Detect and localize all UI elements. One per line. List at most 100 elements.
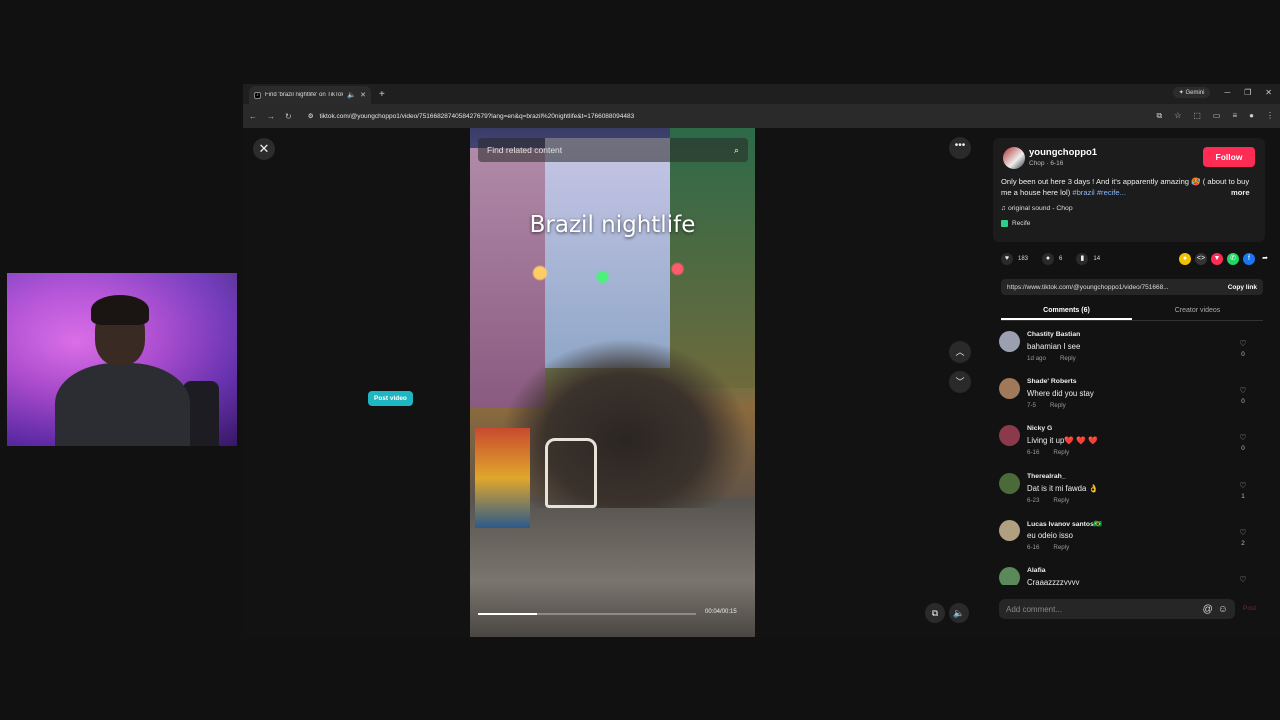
post-comment-button[interactable]: Post <box>1243 605 1256 612</box>
speaker-icon[interactable]: 🔈 <box>347 91 356 99</box>
restore-icon[interactable]: ❐ <box>1244 88 1251 97</box>
commenter-avatar[interactable] <box>999 519 1020 541</box>
commenter-name[interactable]: Nicky G <box>1027 425 1052 432</box>
description-more-link[interactable]: more <box>1231 188 1250 197</box>
save-stat[interactable]: ▮ 14 <box>1076 253 1100 265</box>
tab-comments[interactable]: Comments (6) <box>1001 303 1132 320</box>
search-icon[interactable]: ⌕ <box>734 145 739 156</box>
tab-creator-videos[interactable]: Creator videos <box>1132 303 1263 320</box>
comment-meta: 1d ago Reply <box>1027 355 1090 362</box>
video-description: Only been out here 3 days ! And it's app… <box>1001 176 1256 198</box>
bookmark-star-icon[interactable]: ☆ <box>1174 111 1181 121</box>
facebook-icon[interactable]: f <box>1243 253 1255 265</box>
toolbar-icons: ⧉ ☆ ⬚ ▭ ≡ ● ⋮ <box>1156 111 1274 121</box>
gemini-button[interactable]: ✦ Gemini <box>1172 87 1211 98</box>
install-icon[interactable]: ⧉ <box>1156 111 1162 121</box>
comment-meta: 6-16 Reply <box>1027 449 1083 456</box>
minimize-icon[interactable]: ─ <box>1224 88 1230 97</box>
close-viewer-button[interactable]: ✕ <box>253 138 275 160</box>
side-panel: youngchoppo1 Chop · 6-16 Follow Only bee… <box>993 128 1280 637</box>
extensions-icon[interactable]: ⬚ <box>1193 111 1201 121</box>
embed-icon[interactable]: <> <box>1195 253 1207 265</box>
comment-like-heart-icon[interactable]: ♡ <box>1237 528 1249 537</box>
comment-date: 6-16 <box>1027 449 1040 457</box>
location-link[interactable]: Recife <box>1001 220 1030 227</box>
url-field[interactable]: ⚙ tiktok.com/@youngchoppo1/video/7516682… <box>302 108 1147 124</box>
author-username[interactable]: youngchoppo1 <box>1029 147 1097 158</box>
description-hashtags[interactable]: #brazil #recife... <box>1072 188 1126 197</box>
split-view-icon[interactable]: ▭ <box>1213 111 1221 121</box>
comment-input[interactable]: Add comment... @ ☺ <box>999 599 1235 619</box>
commenter-name[interactable]: Lucas Ivanov santos🇧🇷 <box>1027 520 1102 528</box>
comment-like-heart-icon[interactable]: ♡ <box>1237 339 1249 348</box>
whatsapp-icon[interactable]: ✆ <box>1227 253 1239 265</box>
follow-button[interactable]: Follow <box>1203 147 1255 167</box>
coin-share-icon[interactable]: ● <box>1179 253 1191 265</box>
repost-icon[interactable]: ▼ <box>1211 253 1223 265</box>
comment-like-count: 0 <box>1241 445 1245 453</box>
comment-like-heart-icon[interactable]: ♡ <box>1237 433 1249 442</box>
author-avatar[interactable] <box>1003 147 1025 169</box>
comment-like-count: 0 <box>1241 398 1245 406</box>
comment-count: 6 <box>1059 256 1063 262</box>
emoji-icon[interactable]: ☺ <box>1218 604 1228 615</box>
video-progress-bar[interactable] <box>478 613 696 615</box>
comment-like-heart-icon[interactable]: ♡ <box>1237 481 1249 490</box>
gemini-label: Gemini <box>1185 90 1205 96</box>
author-meta: Chop · 6-16 <box>1029 160 1064 167</box>
related-search-input[interactable]: Find related content ⌕ <box>478 138 748 162</box>
forward-icon[interactable]: → <box>267 112 275 121</box>
reload-icon[interactable]: ↻ <box>285 112 292 121</box>
comment-reply-button[interactable]: Reply <box>1053 497 1069 504</box>
video-timecode: 00:04/00:15 <box>705 609 737 615</box>
commenter-name[interactable]: Chastity Bastian <box>1027 331 1080 338</box>
comment-meta: 7-5 Reply <box>1027 402 1080 409</box>
webcam-person-body <box>55 363 190 446</box>
commenter-name[interactable]: Alafia <box>1027 567 1046 574</box>
more-options-button[interactable]: ••• <box>949 137 971 159</box>
like-stat[interactable]: ♥ 183 <box>1001 253 1028 265</box>
volume-button[interactable]: 🔈 <box>949 603 969 623</box>
comment-date: 1d ago <box>1027 355 1046 362</box>
comment-reply-button[interactable]: Reply <box>1050 402 1066 409</box>
commenter-avatar[interactable] <box>999 331 1020 352</box>
back-icon[interactable]: ← <box>249 112 257 121</box>
video-player[interactable]: Find related content ⌕ Brazil nightlife … <box>470 128 755 637</box>
post-video-button[interactable]: Post video <box>368 391 413 406</box>
sound-link[interactable]: ♫ original sound - Chop <box>1001 205 1073 212</box>
media-icon[interactable]: ≡ <box>1232 111 1237 121</box>
tab-close-icon[interactable]: ✕ <box>360 91 366 99</box>
comment-like-heart-icon[interactable]: ♡ <box>1237 386 1249 395</box>
profile-avatar-icon[interactable]: ● <box>1249 111 1254 121</box>
commenter-avatar[interactable] <box>999 425 1020 447</box>
copy-link-button[interactable]: Copy link <box>1228 284 1257 291</box>
comment-reply-button[interactable]: Reply <box>1060 355 1076 362</box>
commenter-avatar[interactable] <box>999 472 1020 494</box>
picture-in-picture-button[interactable]: ⧉ <box>925 603 945 623</box>
mention-icon[interactable]: @ <box>1203 604 1213 615</box>
menu-kebab-icon[interactable]: ⋮ <box>1266 111 1274 121</box>
window-controls: ✦ Gemini ─ ❐ ✕ <box>1172 87 1272 98</box>
comment-text: Craaazzzzyyyy <box>1027 577 1080 585</box>
commenter-avatar[interactable] <box>999 566 1020 585</box>
comment-reply-button[interactable]: Reply <box>1053 449 1069 456</box>
comment-like-heart-icon[interactable]: ♡ <box>1237 575 1249 584</box>
previous-video-button[interactable]: ︿ <box>949 341 971 363</box>
commenter-avatar[interactable] <box>999 378 1020 400</box>
comment-stat[interactable]: ● 6 <box>1042 253 1062 265</box>
next-video-button[interactable]: ﹀ <box>949 371 971 393</box>
new-tab-button[interactable]: + <box>379 89 385 100</box>
browser-tab[interactable]: ♪ Find 'brazil nightlife' on TikTok 🔈 ✕ <box>249 86 371 104</box>
commenter-name[interactable]: Shade' Roberts <box>1027 378 1077 385</box>
share-arrow-icon[interactable]: ➦ <box>1259 253 1271 265</box>
commenter-name[interactable]: Therealrah_ <box>1027 473 1066 480</box>
location-label: Recife <box>1012 220 1031 227</box>
site-info-icon[interactable]: ⚙ <box>308 112 314 120</box>
heart-icon: ♥ <box>1001 253 1013 265</box>
video-caption: Brazil nightlife <box>529 212 696 238</box>
close-window-icon[interactable]: ✕ <box>1265 88 1272 97</box>
video-scene-lights <box>490 253 740 293</box>
comment-reply-button[interactable]: Reply <box>1053 544 1069 551</box>
video-scene-booth <box>475 428 530 528</box>
sound-label: original sound - Chop <box>1008 205 1073 212</box>
